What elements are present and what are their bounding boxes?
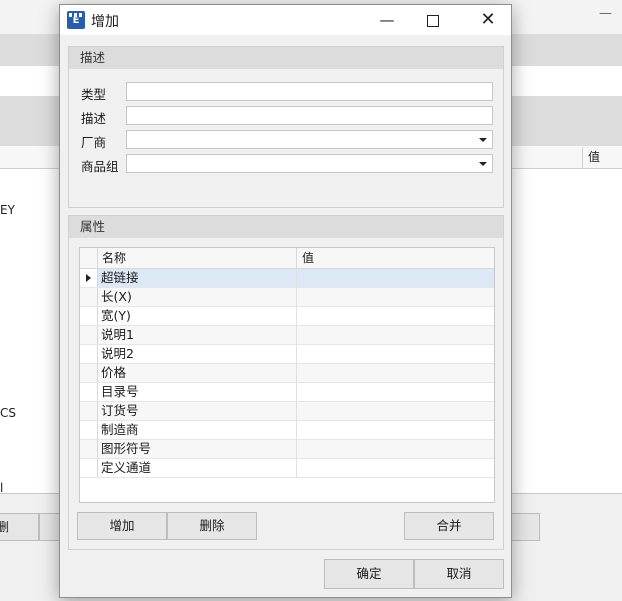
ok-button[interactable]: 确定	[324, 559, 414, 589]
property-value-cell[interactable]	[297, 364, 494, 382]
merge-button[interactable]: 合并	[404, 512, 494, 540]
row-indicator[interactable]	[80, 326, 98, 344]
property-value-cell[interactable]	[297, 326, 494, 344]
close-button[interactable]: ✕	[465, 5, 511, 35]
dialog-title: 增加	[91, 14, 119, 30]
app-icon: E	[67, 11, 85, 29]
add-property-button[interactable]: 增加	[77, 512, 167, 540]
table-row[interactable]: 目录号	[80, 383, 494, 402]
property-name-cell[interactable]: 长(X)	[98, 288, 297, 306]
table-row[interactable]: 说明2	[80, 345, 494, 364]
cancel-button[interactable]: 取消	[414, 559, 504, 589]
maximize-icon	[427, 14, 439, 27]
description-input[interactable]	[126, 106, 493, 125]
background-button-2[interactable]	[39, 513, 61, 541]
minimize-button[interactable]: —	[364, 5, 410, 35]
table-row[interactable]: 图形符号	[80, 440, 494, 459]
row-indicator[interactable]	[80, 364, 98, 382]
property-name-cell[interactable]: 目录号	[98, 383, 297, 401]
background-button-3[interactable]	[511, 513, 540, 541]
row-pointer-icon	[86, 274, 91, 282]
description-group: 描述 类型 描述 厂商 商品组	[68, 46, 504, 208]
properties-grid[interactable]: 名称 值 超链接 长(X) 宽(Y) 说明1 说明2 价格 目录号 订货号 制造商 图形符号 定义通…	[79, 247, 495, 503]
property-value-cell[interactable]	[297, 402, 494, 420]
column-header-name[interactable]: 名称	[98, 248, 297, 268]
dialog-title-bar[interactable]: E 增加 — ✕	[60, 5, 511, 35]
property-value-cell[interactable]	[297, 459, 494, 477]
table-row[interactable]: 说明1	[80, 326, 494, 345]
property-value-cell[interactable]	[297, 345, 494, 363]
description-label: 描述	[81, 111, 107, 126]
property-name-cell[interactable]: 超链接	[98, 269, 297, 287]
add-dialog: E 增加 — ✕ 描述 类型 描述 厂商 商品组 属性 名称 值 超链接 长(X…	[59, 4, 512, 598]
property-name-cell[interactable]: 订货号	[98, 402, 297, 420]
property-value-cell[interactable]	[297, 307, 494, 325]
table-row[interactable]: 宽(Y)	[80, 307, 494, 326]
property-name-cell[interactable]: 说明1	[98, 326, 297, 344]
properties-group: 属性 名称 值 超链接 长(X) 宽(Y) 说明1 说明2 价格 目录号 订货号 制造商 图形符号…	[68, 215, 504, 550]
minimize-icon: —	[379, 11, 395, 29]
row-indicator[interactable]	[80, 459, 98, 477]
background-column-value[interactable]: 值	[582, 147, 622, 168]
properties-group-title: 属性	[69, 216, 503, 238]
property-name-cell[interactable]: 说明2	[98, 345, 297, 363]
row-indicator[interactable]	[80, 288, 98, 306]
row-indicator[interactable]	[80, 307, 98, 325]
table-row[interactable]: 超链接	[80, 269, 494, 288]
row-indicator[interactable]	[80, 383, 98, 401]
property-value-cell[interactable]	[297, 383, 494, 401]
property-value-cell[interactable]	[297, 269, 494, 287]
row-indicator[interactable]	[80, 421, 98, 439]
type-label: 类型	[81, 87, 107, 102]
vendor-label: 厂商	[81, 135, 107, 150]
property-name-cell[interactable]: 价格	[98, 364, 297, 382]
table-row[interactable]: 长(X)	[80, 288, 494, 307]
row-indicator[interactable]	[80, 402, 98, 420]
row-indicator[interactable]	[80, 269, 98, 287]
product-group-label: 商品组	[81, 159, 119, 174]
chevron-down-icon[interactable]	[479, 138, 487, 142]
background-list-item[interactable]: EY	[0, 203, 15, 217]
table-row[interactable]: 订货号	[80, 402, 494, 421]
property-value-cell[interactable]	[297, 440, 494, 458]
property-name-cell[interactable]: 定义通道	[98, 459, 297, 477]
grid-header-indicator	[80, 248, 98, 268]
maximize-button[interactable]	[410, 5, 456, 35]
chevron-down-icon[interactable]	[479, 162, 487, 166]
property-value-cell[interactable]	[297, 421, 494, 439]
row-indicator[interactable]	[80, 440, 98, 458]
background-list-item[interactable]: CS	[0, 406, 16, 420]
property-name-cell[interactable]: 图形符号	[98, 440, 297, 458]
description-group-title: 描述	[69, 47, 503, 69]
grid-header: 名称 值	[80, 248, 494, 269]
column-header-value[interactable]: 值	[297, 248, 314, 268]
property-name-cell[interactable]: 制造商	[98, 421, 297, 439]
background-minimize-icon[interactable]: —	[599, 6, 612, 21]
product-group-select[interactable]	[126, 154, 493, 173]
property-value-cell[interactable]	[297, 288, 494, 306]
vendor-select[interactable]	[126, 130, 493, 149]
table-row[interactable]: 定义通道	[80, 459, 494, 478]
table-row[interactable]: 制造商	[80, 421, 494, 440]
type-input[interactable]	[126, 82, 493, 101]
delete-property-button[interactable]: 删除	[167, 512, 257, 540]
table-row[interactable]: 价格	[80, 364, 494, 383]
property-name-cell[interactable]: 宽(Y)	[98, 307, 297, 325]
close-icon: ✕	[480, 9, 496, 30]
row-indicator[interactable]	[80, 345, 98, 363]
background-button[interactable]: 删	[0, 513, 39, 541]
